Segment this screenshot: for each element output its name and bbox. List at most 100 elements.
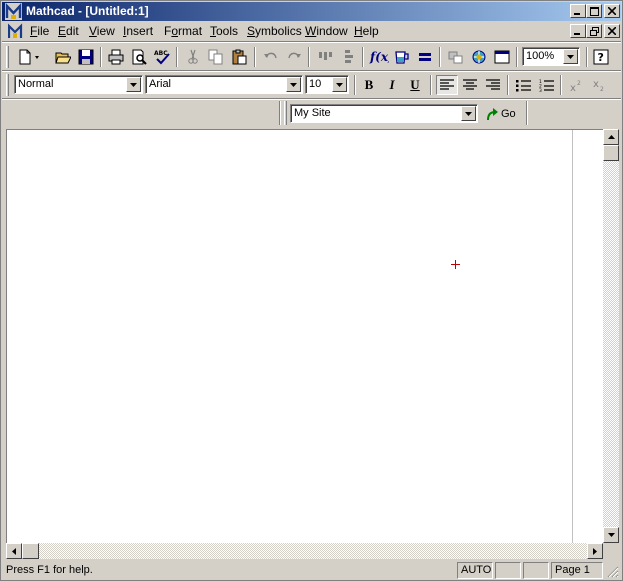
calculate-button[interactable]: [414, 47, 436, 67]
font-value: Arial: [149, 78, 172, 90]
resize-grip-icon[interactable]: [607, 566, 619, 578]
worksheet-area[interactable]: [6, 129, 603, 544]
toolbar-grip[interactable]: [284, 101, 287, 125]
toolbar-separator: [439, 47, 441, 67]
site-select[interactable]: My Site: [290, 104, 478, 123]
menu-symbolics[interactable]: Symbolics: [247, 24, 302, 38]
arrow-up-icon: [607, 135, 615, 139]
toolbar-separator: [308, 47, 310, 67]
status-bar: Press F1 for help. AUTO Page 1: [2, 561, 621, 580]
svg-text:x: x: [570, 83, 576, 92]
maximize-button[interactable]: [586, 4, 602, 18]
insert-component-button[interactable]: [445, 47, 467, 67]
document-icon[interactable]: [8, 23, 24, 39]
vertical-scrollbar[interactable]: [603, 129, 619, 543]
toolbar-grip[interactable]: [6, 46, 9, 68]
paste-button[interactable]: [228, 47, 250, 67]
help-button[interactable]: ?: [590, 47, 612, 67]
zoom-dropdown-button[interactable]: [563, 49, 578, 64]
font-dropdown-button[interactable]: [286, 77, 301, 92]
menu-edit[interactable]: Edit: [58, 24, 79, 38]
subscript-button[interactable]: x2: [588, 75, 610, 95]
bullet-list-icon: [515, 79, 531, 91]
numbering-button[interactable]: 123: [535, 75, 557, 95]
go-button[interactable]: Go: [486, 104, 522, 124]
align-across-button[interactable]: [314, 47, 336, 67]
font-size-dropdown-button[interactable]: [332, 77, 347, 92]
page-number-panel: Page 1: [551, 562, 603, 579]
vertical-scroll-thumb[interactable]: [603, 145, 619, 161]
italic-button[interactable]: I: [381, 75, 403, 95]
menu-window[interactable]: Window: [305, 24, 348, 38]
zoom-select[interactable]: 100%: [522, 47, 580, 66]
doc-restore-button[interactable]: [586, 24, 602, 38]
menu-insert[interactable]: Insert: [123, 24, 153, 38]
formatting-toolbar: Normal Arial 10 B I U 1 2 3 x 2 x 2: [2, 71, 621, 99]
menu-tools[interactable]: Tools: [210, 24, 238, 38]
underline-button[interactable]: U: [404, 75, 426, 95]
style-dropdown-button[interactable]: [126, 77, 141, 92]
minimize-button[interactable]: [570, 4, 586, 18]
restore-icon: [589, 26, 599, 36]
horizontal-scroll-thumb[interactable]: [22, 543, 39, 559]
font-size-select[interactable]: 10: [305, 75, 349, 94]
chevron-down-icon: [130, 82, 137, 87]
minimize-icon: [574, 13, 580, 15]
chevron-down-icon: [336, 82, 343, 87]
menu-format[interactable]: Format: [164, 24, 202, 38]
status-panel-empty-2: [523, 562, 549, 579]
redo-button[interactable]: [283, 47, 305, 67]
menu-help[interactable]: Help: [354, 24, 379, 38]
close-button[interactable]: [604, 4, 620, 18]
mathcad-app-icon: [5, 3, 22, 20]
cut-button[interactable]: [182, 47, 204, 67]
undo-button[interactable]: [260, 47, 282, 67]
window-layout-button[interactable]: [491, 47, 513, 67]
font-size-value: 10: [309, 78, 322, 90]
function-fx-icon: f(x): [369, 50, 389, 64]
superscript-button[interactable]: x2: [565, 75, 587, 95]
toolbar-separator: [430, 75, 432, 95]
resource-center-button[interactable]: [468, 47, 490, 67]
minimize-icon: [574, 33, 580, 35]
spell-check-button[interactable]: ABC: [151, 47, 173, 67]
superscript-icon: x2: [570, 80, 581, 92]
title-bar[interactable]: Mathcad - [Untitled:1]: [2, 2, 621, 21]
print-preview-button[interactable]: [128, 47, 150, 67]
scroll-down-button[interactable]: [603, 527, 619, 543]
bold-button[interactable]: B: [358, 75, 380, 95]
menu-view[interactable]: View: [89, 24, 115, 38]
align-left-button[interactable]: [436, 75, 458, 95]
new-button[interactable]: [14, 47, 44, 67]
horizontal-scrollbar[interactable]: [6, 543, 603, 559]
bullets-button[interactable]: [512, 75, 534, 95]
align-right-button[interactable]: [482, 75, 504, 95]
insert-unit-button[interactable]: [391, 47, 413, 67]
site-value: My Site: [294, 107, 331, 119]
doc-close-button[interactable]: [604, 24, 620, 38]
copy-button[interactable]: [205, 47, 227, 67]
align-across-icon: [319, 52, 332, 60]
help-question-icon: ?: [593, 49, 609, 65]
save-button[interactable]: [75, 47, 97, 67]
print-preview-icon: [132, 49, 147, 65]
scroll-up-button[interactable]: [603, 129, 619, 145]
insert-function-button[interactable]: f(x): [368, 47, 390, 67]
standard-toolbar: ABC f(x): [2, 43, 621, 71]
align-center-button[interactable]: [459, 75, 481, 95]
scroll-right-button[interactable]: [587, 543, 603, 559]
open-button[interactable]: [52, 47, 74, 67]
align-down-button[interactable]: [337, 47, 359, 67]
print-button[interactable]: [105, 47, 127, 67]
doc-minimize-button[interactable]: [570, 24, 586, 38]
align-left-icon: [440, 79, 454, 90]
style-select[interactable]: Normal: [14, 75, 143, 94]
font-select[interactable]: Arial: [145, 75, 303, 94]
scroll-left-button[interactable]: [6, 543, 22, 559]
toolbar-grip[interactable]: [6, 74, 9, 96]
chevron-down-icon: [567, 54, 574, 59]
site-dropdown-button[interactable]: [461, 106, 476, 121]
scrollbar-corner: [603, 543, 619, 559]
open-folder-icon: [55, 52, 71, 64]
menu-file[interactable]: File: [30, 24, 49, 38]
